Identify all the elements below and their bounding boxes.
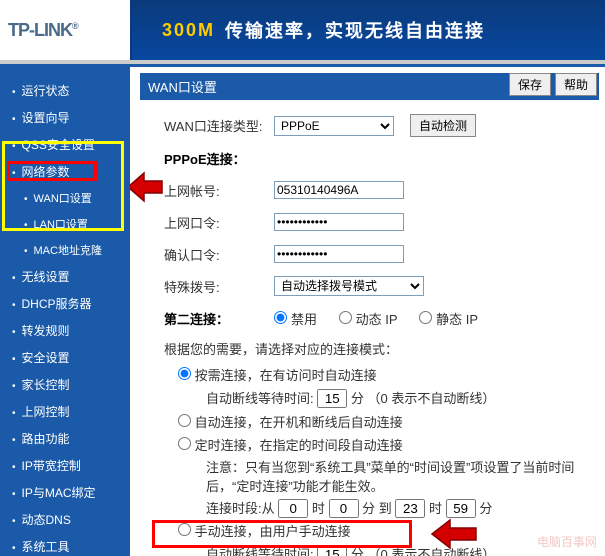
pppoe-heading: PPPoE连接： xyxy=(164,149,246,168)
special-dial-select[interactable]: 自动选择拨号模式 xyxy=(274,276,424,296)
banner-speed: 300M xyxy=(162,20,215,41)
wan-type-label: WAN口连接类型: xyxy=(164,116,274,135)
nav-security[interactable]: 安全设置 xyxy=(0,344,130,371)
watermark: 电脑百事网 xyxy=(537,533,597,550)
nav-system[interactable]: 系统工具 xyxy=(0,533,130,556)
auto-detect-button[interactable]: 自动检测 xyxy=(410,114,476,137)
sidebar: 运行状态 设置向导 QSS安全设置 网络参数 WAN口设置 LAN口设置 MAC… xyxy=(0,67,130,556)
second-dynip[interactable]: 动态 IP xyxy=(339,312,398,327)
confirm-input[interactable] xyxy=(274,245,404,263)
nav-status[interactable]: 运行状态 xyxy=(0,77,130,104)
nav-wan[interactable]: WAN口设置 xyxy=(0,185,130,211)
nav-access[interactable]: 上网控制 xyxy=(0,398,130,425)
time-from-h[interactable] xyxy=(278,499,308,518)
nav-route[interactable]: 路由功能 xyxy=(0,425,130,452)
nav-mac-clone[interactable]: MAC地址克隆 xyxy=(0,237,130,263)
nav-network[interactable]: 网络参数 xyxy=(0,158,130,185)
nav-ipmac[interactable]: IP与MAC绑定 xyxy=(0,479,130,506)
brand-logo: TP-LINK® xyxy=(8,20,78,41)
account-label: 上网帐号: xyxy=(164,181,274,200)
second-staticip[interactable]: 静态 IP xyxy=(419,312,478,327)
mode-timed[interactable]: 定时连接，在指定的时间段自动连接 xyxy=(178,438,403,453)
second-disable[interactable]: 禁用 xyxy=(274,312,317,327)
help-button-top[interactable]: 帮助 xyxy=(555,73,597,96)
idle-time-1[interactable] xyxy=(317,389,347,408)
content-panel: 保存 帮助 WAN口设置 WAN口连接类型: PPPoE 自动检测 PPPoE连… xyxy=(130,67,605,556)
time-to-m[interactable] xyxy=(446,499,476,518)
mode-hint: 根据您的需要，请选择对应的连接模式： xyxy=(164,339,599,358)
nav-wizard[interactable]: 设置向导 xyxy=(0,104,130,131)
mode-auto[interactable]: 自动连接，在开机和断线后自动连接 xyxy=(178,415,403,430)
nav-qss[interactable]: QSS安全设置 xyxy=(0,131,130,158)
nav-bandwidth[interactable]: IP带宽控制 xyxy=(0,452,130,479)
time-from-m[interactable] xyxy=(329,499,359,518)
wan-type-select[interactable]: PPPoE xyxy=(274,116,394,136)
banner-text: 传输速率，实现无线自由连接 xyxy=(225,17,485,43)
nav-lan[interactable]: LAN口设置 xyxy=(0,211,130,237)
password-label: 上网口令: xyxy=(164,213,274,232)
idle-time-2[interactable] xyxy=(317,545,347,556)
nav-ddns[interactable]: 动态DNS xyxy=(0,506,130,533)
special-dial-label: 特殊拨号: xyxy=(164,277,274,296)
mode-manual[interactable]: 手动连接，由用户手动连接 xyxy=(178,524,351,539)
mode-demand[interactable]: 按需连接，在有访问时自动连接 xyxy=(178,368,377,383)
time-to-h[interactable] xyxy=(395,499,425,518)
confirm-label: 确认口令: xyxy=(164,245,274,264)
header-banner: 300M 传输速率，实现无线自由连接 xyxy=(130,0,605,60)
nav-wireless[interactable]: 无线设置 xyxy=(0,263,130,290)
password-input[interactable] xyxy=(274,213,404,231)
second-conn-label: 第二连接： xyxy=(164,309,274,328)
nav-parent[interactable]: 家长控制 xyxy=(0,371,130,398)
account-input[interactable] xyxy=(274,181,404,199)
save-button-top[interactable]: 保存 xyxy=(509,73,551,96)
logo-area: TP-LINK® xyxy=(0,0,130,60)
timed-note: 注意：只有当您到“系统工具”菜单的“时间设置”项设置了当前时间后，“定时连接”功… xyxy=(178,458,599,497)
nav-dhcp[interactable]: DHCP服务器 xyxy=(0,290,130,317)
nav-forward[interactable]: 转发规则 xyxy=(0,317,130,344)
